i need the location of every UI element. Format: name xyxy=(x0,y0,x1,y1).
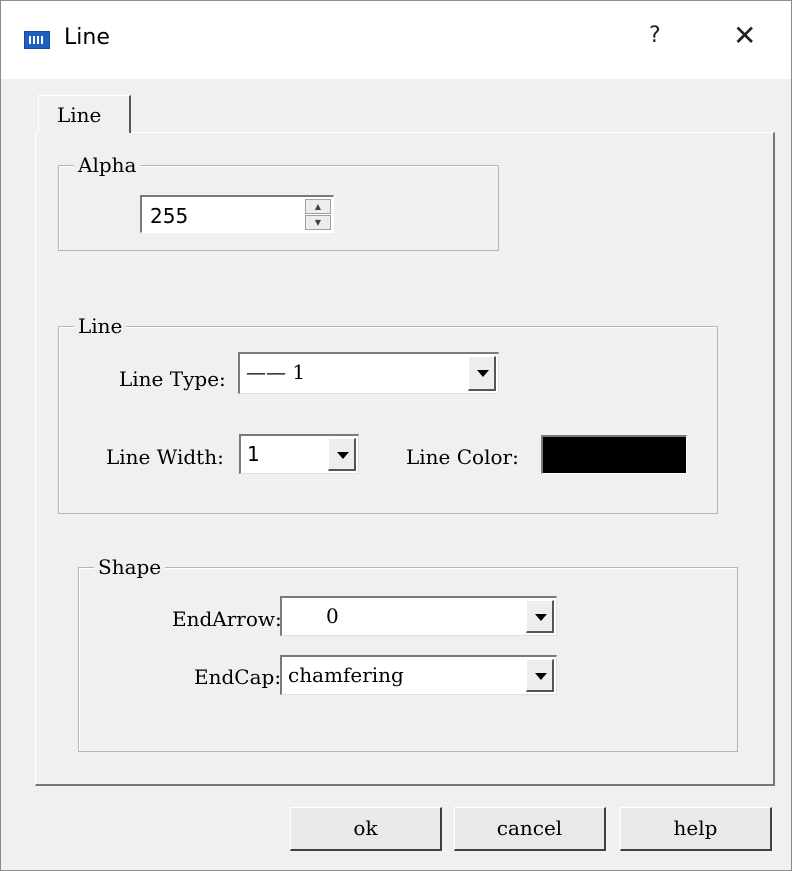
end-cap-combo[interactable]: chamfering xyxy=(280,655,557,695)
line-width-combo[interactable]: 1 xyxy=(239,434,359,474)
tab-line-label: Line xyxy=(57,103,102,127)
alpha-spin-buttons: ▲ ▼ xyxy=(305,199,331,231)
tab-line[interactable]: Line xyxy=(38,95,131,133)
line-width-value: 1 xyxy=(247,442,260,466)
line-group-legend: Line xyxy=(74,314,127,338)
chevron-down-icon[interactable] xyxy=(526,600,554,633)
line-color-swatch[interactable] xyxy=(541,435,687,474)
title-bar: Line ? ✕ xyxy=(1,1,791,79)
spin-down-button[interactable]: ▼ xyxy=(305,215,331,230)
line-type-combo[interactable]: —— 1 xyxy=(238,352,499,394)
chevron-down-icon[interactable] xyxy=(468,356,496,391)
app-icon xyxy=(24,31,50,49)
chevron-down-icon[interactable] xyxy=(526,659,554,692)
line-color-label: Line Color: xyxy=(406,445,519,469)
end-arrow-label: EndArrow: xyxy=(172,607,282,631)
help-button[interactable]: help xyxy=(620,807,772,851)
alpha-value: 255 xyxy=(150,204,189,228)
end-arrow-value: 0 xyxy=(326,604,339,628)
close-icon[interactable]: ✕ xyxy=(733,19,756,52)
shape-group-legend: Shape xyxy=(94,555,166,579)
line-type-value: —— 1 xyxy=(246,360,306,384)
chevron-down-icon[interactable] xyxy=(328,438,356,471)
help-icon[interactable]: ? xyxy=(649,23,661,48)
ok-button[interactable]: ok xyxy=(290,807,442,851)
window-title: Line xyxy=(64,25,110,50)
end-cap-value: chamfering xyxy=(288,663,404,687)
cancel-button[interactable]: cancel xyxy=(454,807,606,851)
end-cap-label: EndCap: xyxy=(194,665,282,689)
end-arrow-combo[interactable]: 0 xyxy=(280,596,557,636)
line-width-label: Line Width: xyxy=(106,445,224,469)
spin-up-button[interactable]: ▲ xyxy=(305,199,331,214)
line-dialog: Line ? ✕ Line Alpha 255 ▲ ▼ Line Line Ty… xyxy=(0,0,792,871)
alpha-group-legend: Alpha xyxy=(74,153,141,177)
line-type-label: Line Type: xyxy=(119,367,226,391)
alpha-spinbox[interactable]: 255 ▲ ▼ xyxy=(140,195,334,233)
